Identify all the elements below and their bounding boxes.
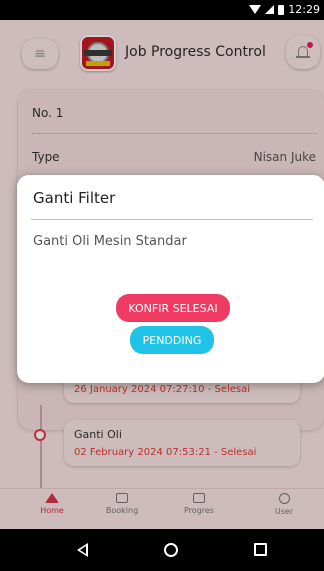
recent-apps-icon[interactable]	[254, 543, 267, 556]
dialog-body: Ganti Oli Mesin Standar	[33, 234, 187, 249]
dialog-title: Ganti Filter	[33, 189, 116, 207]
status-time: 12:29	[288, 3, 320, 16]
pending-button[interactable]: PENDDING	[130, 326, 214, 354]
confirm-done-button[interactable]: KONFIR SELESAI	[116, 294, 230, 322]
wifi-icon	[249, 5, 262, 14]
dialog-divider	[31, 219, 313, 220]
back-icon[interactable]	[77, 543, 88, 557]
status-bar: 12:29	[0, 0, 324, 20]
filter-dialog: Ganti Filter Ganti Oli Mesin Standar KON…	[17, 175, 324, 383]
cell-signal-icon	[265, 5, 275, 14]
battery-icon	[278, 4, 285, 15]
status-icons: 12:29	[249, 3, 320, 16]
system-nav-bar	[0, 529, 324, 571]
home-circle-icon[interactable]	[164, 543, 178, 557]
